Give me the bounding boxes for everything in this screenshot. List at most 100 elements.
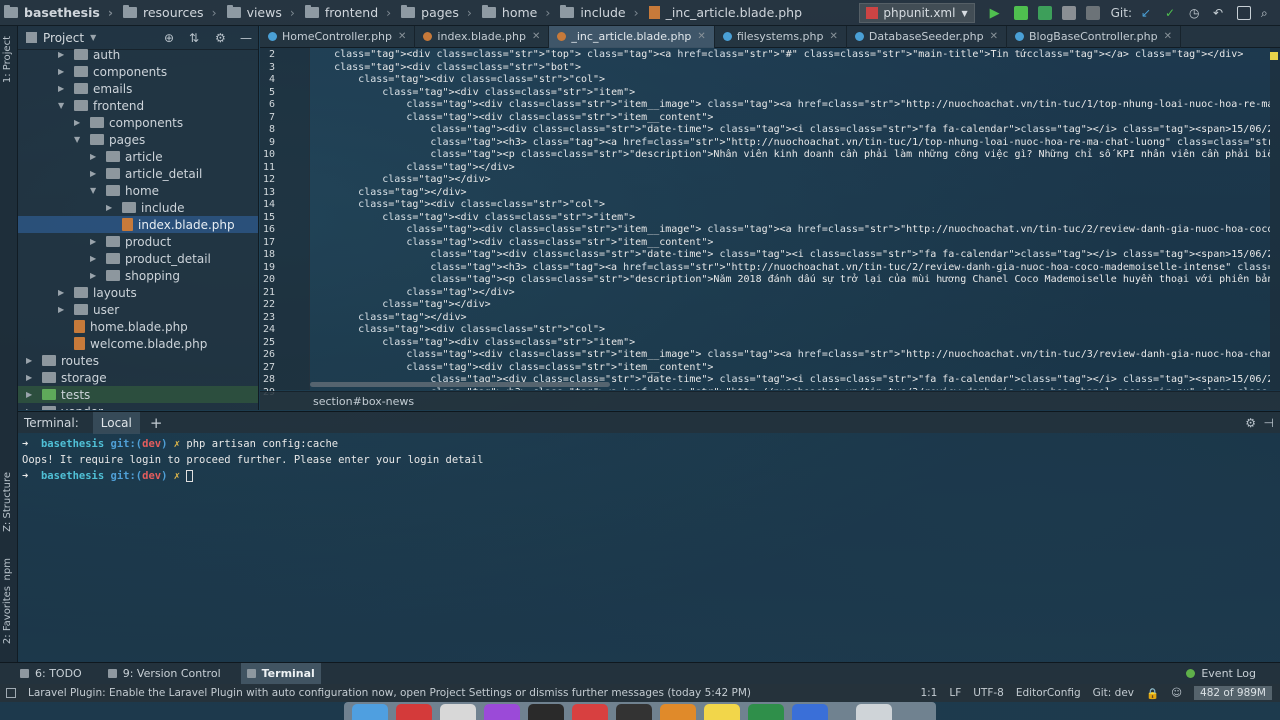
hide-panel-icon[interactable]: — — [240, 31, 252, 45]
terminal-hide-icon[interactable]: ⊣ — [1264, 416, 1274, 430]
todo-tool-button[interactable]: 6: TODO — [14, 663, 88, 685]
tree-folder-item[interactable]: ▶ components — [18, 114, 258, 131]
inspector-icon[interactable]: ☺ — [1171, 687, 1182, 699]
settings-gear-icon[interactable]: ⚙ — [215, 31, 226, 45]
tree-folder-item[interactable]: ▶ product — [18, 233, 258, 250]
tree-folder-item[interactable]: ▶ product_detail — [18, 250, 258, 267]
terminal-output[interactable]: ➜ basethesis git:(dev) ✗ php artisan con… — [18, 433, 1280, 662]
tree-file-item[interactable]: index.blade.php — [18, 216, 258, 233]
console-icon[interactable] — [616, 704, 652, 720]
editor-tab[interactable]: filesystems.php ✕ — [715, 25, 847, 48]
terminal-app-icon[interactable] — [528, 704, 564, 720]
git-revert-icon[interactable]: ↶ — [1213, 6, 1227, 20]
line-separator[interactable]: LF — [949, 687, 961, 699]
trash-icon[interactable] — [856, 704, 892, 720]
project-tool-tab[interactable]: 1: Project — [2, 36, 13, 83]
sublime-icon[interactable] — [660, 704, 696, 720]
expand-right-icon[interactable]: ▶ — [26, 373, 36, 382]
tree-folder-item[interactable]: ▶ user — [18, 301, 258, 318]
code-line[interactable]: class="tag"><div class=class="str">"item… — [310, 112, 713, 125]
tree-folder-item[interactable]: ▶ routes — [18, 352, 258, 369]
caret-position[interactable]: 1:1 — [920, 687, 937, 699]
code-editor[interactable]: class="tag"><div class=class="str">"top"… — [310, 48, 1270, 390]
code-line[interactable]: class="tag"><p class=class="str">"descri… — [310, 149, 1270, 162]
expand-right-icon[interactable]: ▶ — [90, 271, 100, 280]
app-blue-icon[interactable] — [792, 704, 828, 720]
code-line[interactable]: class="tag"></div> — [310, 299, 490, 312]
lock-icon[interactable]: 🔒 — [1146, 687, 1159, 700]
search-icon[interactable]: ⌕ — [1261, 6, 1275, 20]
code-line[interactable]: class="tag"><div class=class="str">"bot"… — [310, 62, 581, 75]
expand-right-icon[interactable]: ▶ — [106, 203, 116, 212]
status-panel-toggle-icon[interactable] — [6, 688, 16, 698]
editor-tab[interactable]: _inc_article.blade.php ✕ — [549, 25, 715, 48]
code-line[interactable]: class="tag"></div> — [310, 187, 466, 200]
tree-file-item[interactable]: home.blade.php — [18, 318, 258, 335]
nav-crumb[interactable]: resources › — [122, 5, 217, 20]
nav-crumb[interactable]: pages › — [401, 5, 472, 20]
expand-right-icon[interactable]: ▶ — [58, 67, 68, 76]
git-branch[interactable]: Git: dev — [1093, 687, 1134, 699]
git-history-icon[interactable]: ◷ — [1189, 6, 1203, 20]
close-tab-icon[interactable]: ✕ — [990, 31, 998, 42]
close-tab-icon[interactable]: ✕ — [532, 31, 540, 42]
dropdown-icon[interactable]: ▼ — [90, 33, 96, 42]
code-line[interactable]: class="tag"><h3> class="tag"><a href=cla… — [310, 387, 1270, 391]
git-commit-icon[interactable]: ✓ — [1165, 6, 1179, 20]
code-line[interactable]: class="tag"><div class=class="str">"top"… — [310, 49, 1243, 62]
git-update-icon[interactable]: ↙ — [1141, 6, 1155, 20]
code-line[interactable]: class="tag"><div class=class="str">"item… — [310, 362, 713, 375]
nav-crumb[interactable]: views › — [226, 5, 295, 20]
code-line[interactable]: class="tag"></div> — [310, 287, 514, 300]
stop-icon[interactable] — [1085, 6, 1100, 20]
tree-folder-item[interactable]: ▶ storage — [18, 369, 258, 386]
close-tab-icon[interactable]: ✕ — [398, 31, 406, 42]
new-terminal-button[interactable]: + — [150, 414, 163, 432]
tree-folder-item[interactable]: ▶ article — [18, 148, 258, 165]
code-line[interactable]: class="tag"><div class=class="str">"item… — [310, 99, 1270, 112]
editor-tab[interactable]: index.blade.php ✕ — [415, 25, 550, 48]
terminal-settings-gear-icon[interactable]: ⚙ — [1245, 416, 1256, 430]
nav-crumb[interactable]: frontend › — [304, 5, 391, 20]
code-line[interactable]: class="tag"><div class=class="str">"item… — [310, 349, 1270, 362]
opera-icon[interactable] — [396, 704, 432, 720]
finder-icon[interactable] — [352, 704, 388, 720]
terminal-cursor[interactable] — [186, 470, 194, 482]
editor-tab[interactable]: HomeController.php ✕ — [260, 25, 416, 48]
file-encoding[interactable]: UTF-8 — [973, 687, 1004, 699]
expand-right-icon[interactable]: ▶ — [26, 390, 36, 399]
code-line[interactable]: class="tag"><div class=class="str">"col"… — [310, 199, 605, 212]
expand-right-icon[interactable]: ▶ — [58, 305, 68, 314]
debug-icon[interactable] — [1013, 6, 1028, 20]
project-structure-icon[interactable] — [1237, 6, 1251, 20]
version-control-tool-button[interactable]: 9: Version Control — [102, 663, 227, 685]
nav-crumb[interactable]: _inc_article.blade.php — [648, 5, 802, 20]
expand-right-icon[interactable]: ▶ — [90, 152, 100, 161]
tree-folder-item[interactable]: ▼ home — [18, 182, 258, 199]
close-tab-icon[interactable]: ✕ — [1164, 31, 1172, 42]
expand-right-icon[interactable]: ▶ — [90, 254, 100, 263]
tree-folder-item[interactable]: ▶ auth — [18, 46, 258, 63]
code-line[interactable]: class="tag"><h3> class="tag"><a href=cla… — [310, 262, 1270, 275]
code-line[interactable]: class="tag"><div class=class="str">"date… — [310, 249, 1270, 262]
favorites-tool-tab[interactable]: 2: Favorites — [2, 586, 13, 644]
profile-icon[interactable] — [1061, 6, 1076, 20]
expand-down-icon[interactable]: ▼ — [90, 186, 100, 195]
close-tab-icon[interactable]: ✕ — [697, 31, 705, 42]
tree-file-item[interactable]: welcome.blade.php — [18, 335, 258, 352]
code-line[interactable]: class="tag"><div class=class="str">"col"… — [310, 324, 605, 337]
structure-tool-tab[interactable]: Z: Structure — [2, 472, 13, 532]
tree-folder-item[interactable]: ▼ pages — [18, 131, 258, 148]
expand-right-icon[interactable]: ▶ — [26, 407, 36, 410]
nav-crumb[interactable]: include › — [560, 5, 639, 20]
notes-icon[interactable] — [704, 704, 740, 720]
nav-crumb[interactable]: basethesis › — [4, 5, 113, 20]
expand-right-icon[interactable]: ▶ — [90, 169, 100, 178]
code-line[interactable]: class="tag"></div> — [310, 312, 466, 325]
nav-crumb[interactable]: home › — [481, 5, 550, 20]
tree-folder-item[interactable]: ▶ shopping — [18, 267, 258, 284]
tree-folder-item[interactable]: ▶ article_detail — [18, 165, 258, 182]
app-red-icon[interactable] — [572, 704, 608, 720]
project-title[interactable]: Project — [43, 31, 84, 45]
code-line[interactable]: class="tag"><div class=class="str">"col"… — [310, 74, 605, 87]
